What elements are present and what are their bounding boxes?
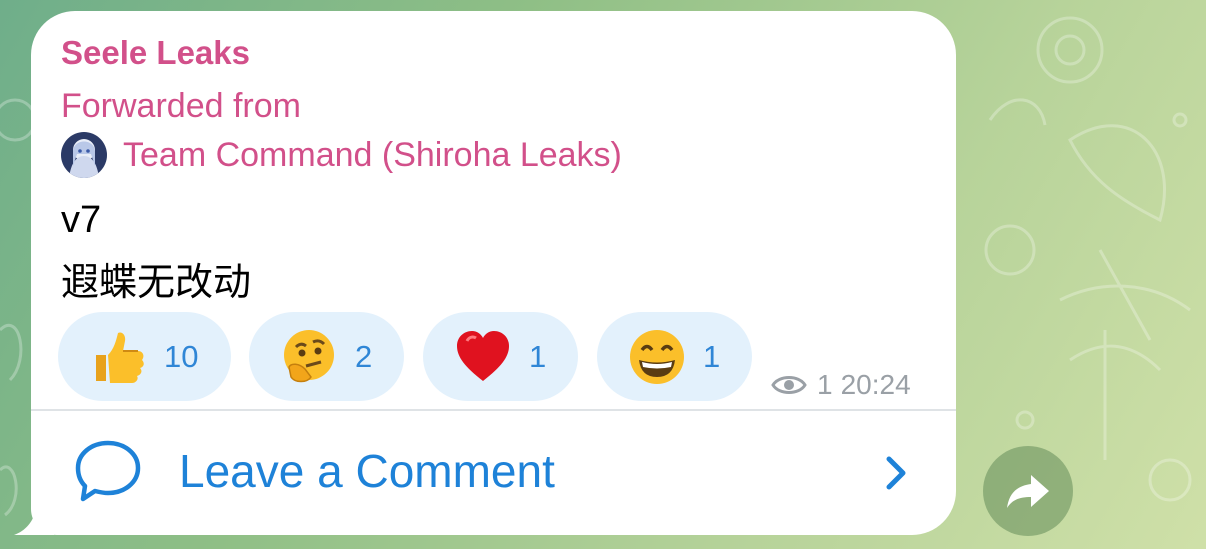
share-button[interactable]: [983, 446, 1073, 536]
reaction-count: 10: [164, 338, 199, 374]
sender-name[interactable]: Seele Leaks: [61, 35, 250, 71]
message-meta: 1 20:24: [771, 367, 911, 403]
red-heart-emoji: [457, 330, 509, 381]
message-time: 20:24: [840, 369, 911, 400]
reaction-count: 1: [529, 338, 547, 374]
forwarded-label: Forwarded from: [61, 87, 301, 125]
share-arrow-icon: [1007, 475, 1049, 508]
reaction-thinking[interactable]: 2: [249, 312, 404, 401]
comment-bubble-icon: [75, 440, 141, 502]
reaction-thumbs-up[interactable]: 10: [58, 312, 231, 401]
avatar[interactable]: [61, 132, 107, 178]
leave-comment-label: Leave a Comment: [179, 445, 555, 497]
reaction-heart[interactable]: 1: [423, 312, 578, 401]
thumbs-up-emoji: [96, 331, 144, 383]
grinning-face-emoji: [630, 329, 684, 384]
forwarded-source-name[interactable]: Team Command (Shiroha Leaks): [123, 135, 622, 175]
eye-icon: [771, 376, 807, 394]
forwarded-source[interactable]: Team Command (Shiroha Leaks): [61, 132, 622, 178]
chevron-right-icon: [886, 456, 906, 490]
reaction-grin[interactable]: 1: [597, 312, 752, 401]
leave-comment-button[interactable]: Leave a Comment: [31, 411, 956, 535]
message-text-line-2: 遐蝶无改动: [61, 260, 252, 304]
view-count: 1: [817, 369, 833, 400]
message-bubble[interactable]: Seele Leaks Forwarded from Team Command …: [31, 11, 956, 535]
reaction-count: 1: [703, 338, 721, 374]
reaction-count: 2: [355, 338, 373, 374]
message-text-line-1: v7: [61, 199, 102, 241]
thinking-face-emoji: [284, 329, 334, 382]
